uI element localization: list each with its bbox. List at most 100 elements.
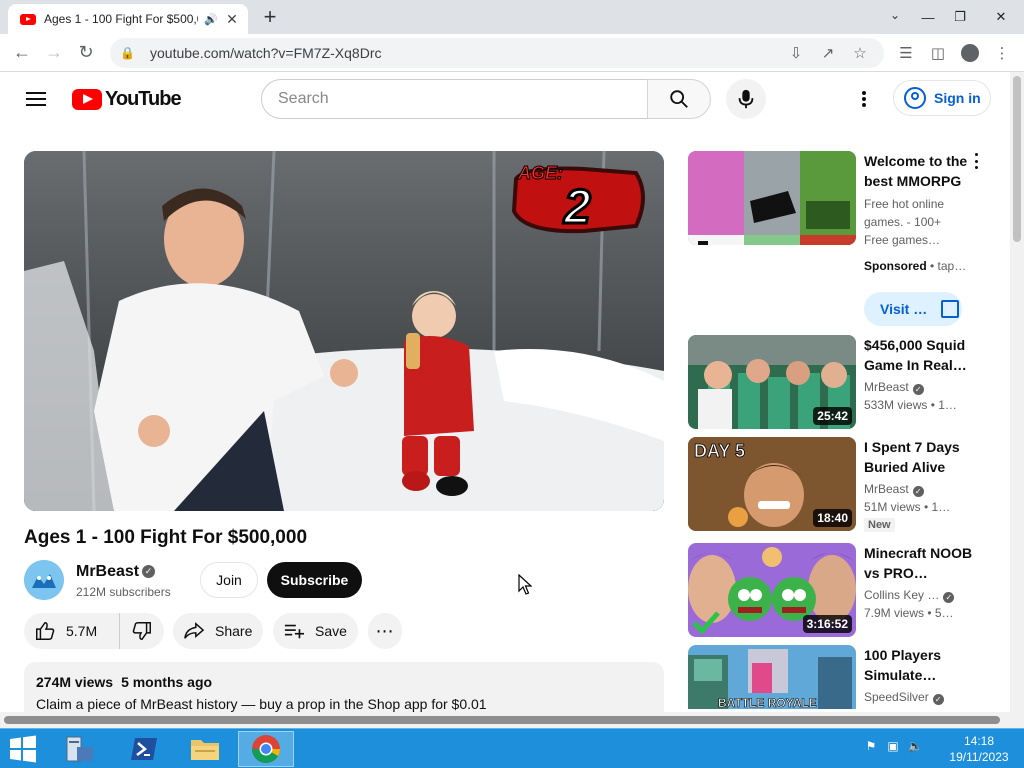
address-bar[interactable]: 🔒 youtube.com/watch?v=FM7Z-Xq8Drc ⇩ ↗ ☆ <box>110 38 884 68</box>
ad-title[interactable]: Welcome to the best MMORPG <box>864 151 974 191</box>
thumbs-down-icon <box>132 622 151 640</box>
thumbnail-day-text: DAY 5 <box>694 441 745 461</box>
video-frame: AGE: 2 <box>24 151 664 511</box>
start-button[interactable] <box>8 735 38 763</box>
more-actions-button[interactable]: ⋯ <box>368 613 402 649</box>
like-count: 5.7M <box>66 623 98 639</box>
verified-badge-icon: ✓ <box>943 592 955 603</box>
thumbs-up-icon <box>36 622 55 640</box>
age-overlay-label: AGE: <box>517 163 563 183</box>
close-tab-icon[interactable]: ✕ <box>224 11 240 28</box>
back-button[interactable]: ← <box>6 37 38 69</box>
taskbar-server-manager[interactable] <box>52 731 108 767</box>
subscriber-count: 212M subscribers <box>76 585 171 599</box>
close-window-button[interactable]: ✕ <box>978 6 1024 28</box>
video-thumbnail[interactable]: DAY 5 18:40 <box>688 437 856 531</box>
forward-button[interactable]: → <box>38 37 70 69</box>
vertical-scroll-thumb[interactable] <box>1013 76 1021 242</box>
youtube-masthead: YouTube Search Sign in <box>0 72 1010 128</box>
save-label: Save <box>315 623 347 639</box>
view-meta: 533M views • 1… <box>864 398 957 412</box>
channel-name[interactable]: MrBeast ✓ <box>864 380 924 395</box>
join-button[interactable]: Join <box>200 562 258 598</box>
voice-search-button[interactable] <box>726 79 766 119</box>
media-control-icon[interactable]: ☰ <box>890 38 922 68</box>
ad-menu-icon[interactable] <box>972 153 980 169</box>
recommendation-item[interactable]: DAY 5 18:40 I Spent 7 Days Buried Alive … <box>688 437 996 532</box>
account-circle-icon <box>904 87 926 109</box>
youtube-favicon-icon <box>20 13 36 25</box>
recommendation-item[interactable]: 25:42 $456,000 Squid Game In Real… MrBea… <box>688 335 996 429</box>
channel-name[interactable]: MrBeast <box>76 563 139 581</box>
thumbnail-battle-text: BATTLE ROYALE <box>718 696 817 709</box>
like-button[interactable]: 5.7M <box>24 613 120 649</box>
video-title[interactable]: Minecraft NOOB vs PRO… <box>864 543 974 583</box>
folder-icon <box>191 740 219 760</box>
share-page-icon[interactable]: ↗ <box>812 44 844 62</box>
volume-muted-icon[interactable]: 🔈 <box>906 739 924 755</box>
video-thumbnail[interactable]: 3:16:52 <box>688 543 856 637</box>
channel-avatar[interactable] <box>24 560 64 600</box>
youtube-wordmark: YouTube <box>105 88 182 110</box>
powershell-icon <box>131 738 157 760</box>
video-title[interactable]: I Spent 7 Days Buried Alive <box>864 437 974 477</box>
description-text: Claim a piece of MrBeast history — buy a… <box>36 696 487 712</box>
guide-menu-icon[interactable] <box>24 89 48 109</box>
network-icon[interactable]: ▣ <box>884 739 902 755</box>
horizontal-scrollbar[interactable] <box>0 712 1024 728</box>
video-duration: 3:16:52 <box>802 615 852 633</box>
search-button[interactable] <box>647 79 711 119</box>
share-label: Share <box>215 623 253 639</box>
horizontal-scroll-thumb[interactable] <box>4 716 1000 724</box>
recommendation-item[interactable]: 3:16:52 Minecraft NOOB vs PRO… Collins K… <box>688 543 996 637</box>
window-controls: — ❐ ✕ <box>910 0 1024 34</box>
browser-tab[interactable]: Ages 1 - 100 Fight For $500,000 🔊 ✕ <box>8 4 248 34</box>
dislike-button[interactable] <box>120 620 164 642</box>
video-player[interactable]: AGE: 2 <box>24 151 664 511</box>
minimize-button[interactable]: — <box>914 6 942 28</box>
share-button[interactable]: Share <box>173 613 263 649</box>
sponsored-item[interactable]: Welcome to the best MMORPG Free hot onli… <box>688 151 996 331</box>
video-thumbnail[interactable]: 25:42 <box>688 335 856 429</box>
tab-search-chevron-icon[interactable]: ⌄ <box>890 8 900 22</box>
save-button[interactable]: Save <box>273 613 358 649</box>
taskbar-clock[interactable]: 14:18 19/11/2023 <box>944 733 1014 765</box>
vertical-scrollbar[interactable] <box>1010 72 1024 712</box>
speaker-icon[interactable]: 🔊 <box>204 13 218 26</box>
settings-more-icon[interactable] <box>854 89 874 109</box>
taskbar-file-explorer[interactable] <box>177 731 233 767</box>
new-tab-button[interactable]: + <box>258 6 282 30</box>
visit-button[interactable]: Visit … <box>864 292 962 326</box>
channel-name[interactable]: Collins Key … ✓ <box>864 588 955 603</box>
channel-name[interactable]: SpeedSilver ✓ <box>864 690 944 705</box>
flag-icon[interactable]: ⚑ <box>862 739 880 755</box>
profile-icon[interactable] <box>954 38 986 68</box>
visit-label: Visit … <box>880 301 928 317</box>
sign-in-button[interactable]: Sign in <box>893 80 991 116</box>
verified-badge-icon: ✓ <box>932 694 944 705</box>
restore-button[interactable]: ❐ <box>946 6 974 28</box>
side-panel-icon[interactable]: ◫ <box>922 38 954 68</box>
video-duration: 25:42 <box>813 407 852 425</box>
mouse-cursor-icon <box>518 574 532 595</box>
reload-button[interactable]: ↻ <box>70 37 102 69</box>
taskbar-powershell[interactable] <box>116 731 172 767</box>
video-title[interactable]: $456,000 Squid Game In Real… <box>864 335 974 375</box>
bookmark-star-icon[interactable]: ☆ <box>844 44 876 62</box>
search-input[interactable]: Search <box>261 79 649 119</box>
subscribe-button[interactable]: Subscribe <box>267 562 362 598</box>
browser-titlebar: Ages 1 - 100 Fight For $500,000 🔊 ✕ + ⌄ … <box>0 0 1024 34</box>
sign-in-label: Sign in <box>934 90 981 106</box>
chrome-menu-icon[interactable]: ⋮ <box>986 38 1018 68</box>
youtube-logo[interactable]: YouTube <box>72 88 182 111</box>
ad-thumbnail[interactable] <box>688 151 856 245</box>
video-title[interactable]: 100 Players Simulate… <box>864 645 974 685</box>
lock-icon[interactable]: 🔒 <box>120 46 140 60</box>
video-thumbnail[interactable]: BATTLE ROYALE <box>688 645 856 709</box>
url-text[interactable]: youtube.com/watch?v=FM7Z-Xq8Drc <box>150 45 381 61</box>
install-app-icon[interactable]: ⇩ <box>780 44 812 62</box>
channel-name[interactable]: MrBeast ✓ <box>864 482 924 497</box>
recommendation-item[interactable]: BATTLE ROYALE 100 Players Simulate… Spee… <box>688 645 996 709</box>
windows-taskbar: ⚑ ▣ 🔈 14:18 19/11/2023 <box>0 728 1024 768</box>
taskbar-chrome[interactable] <box>238 731 294 767</box>
